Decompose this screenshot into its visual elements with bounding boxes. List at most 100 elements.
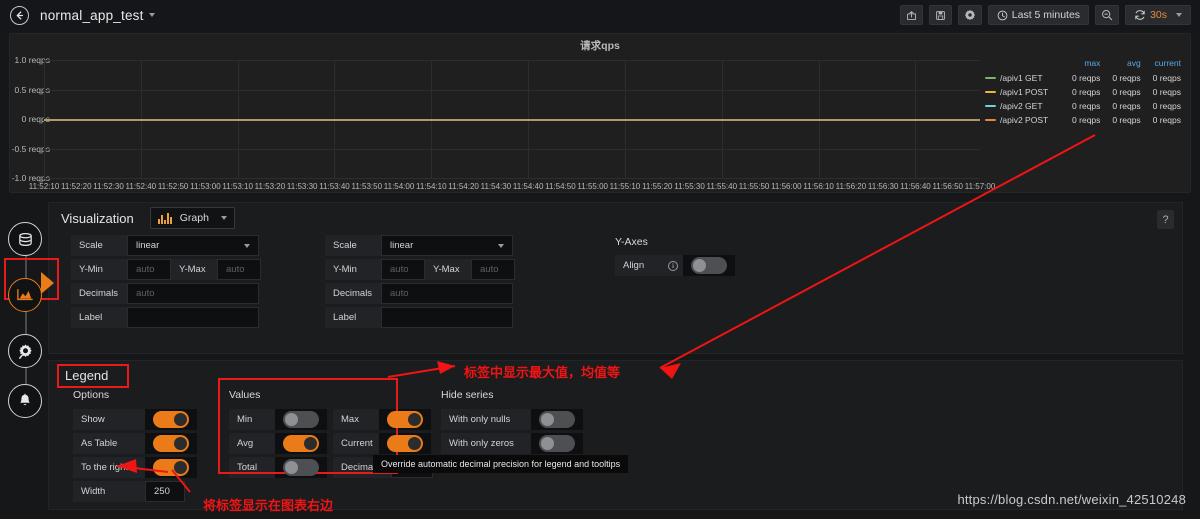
legend-show-toggle[interactable] bbox=[153, 411, 189, 428]
dashboard-title-menu[interactable]: normal_app_test bbox=[29, 8, 155, 23]
graph-legend-table: max avg current /apiv1 GET 0 reqps 0 reqps… bbox=[982, 58, 1184, 127]
x-axis-tick: 11:56:10 bbox=[803, 182, 834, 191]
right-ymax-placeholder: auto bbox=[480, 264, 499, 275]
legend-row[interactable]: /apiv1 GET 0 reqps 0 reqps 0 reqps bbox=[982, 71, 1184, 85]
legend-value-current: 0 reqps bbox=[1152, 73, 1181, 83]
x-axis-tick: 11:53:40 bbox=[319, 182, 350, 191]
legend-max-cell: Max bbox=[333, 409, 431, 430]
search-minus-icon bbox=[1102, 10, 1113, 21]
legend-color-swatch[interactable] bbox=[985, 119, 996, 121]
legend-header-max[interactable]: max bbox=[1063, 58, 1103, 71]
legend-total-cell: Total bbox=[229, 457, 327, 478]
x-axis-tick: 11:56:00 bbox=[771, 182, 802, 191]
x-axis-tick: 11:54:10 bbox=[416, 182, 447, 191]
left-scale-select[interactable]: linear bbox=[127, 235, 259, 256]
refresh-interval-picker[interactable]: 30s bbox=[1125, 5, 1191, 25]
legend-header-avg[interactable]: avg bbox=[1103, 58, 1143, 71]
right-scale-select[interactable]: linear bbox=[381, 235, 513, 256]
legend-series-name[interactable]: /apiv1 POST bbox=[982, 85, 1063, 99]
panel-title: 请求qps bbox=[580, 40, 620, 52]
legend-avgcurrent-row: Avg Current bbox=[229, 433, 431, 454]
time-range-picker[interactable]: Last 5 minutes bbox=[987, 5, 1090, 25]
y-axis-tick: 1.0 reqps bbox=[14, 55, 50, 65]
hide-only-zeros-toggle[interactable] bbox=[539, 435, 575, 452]
legend-series-name[interactable]: /apiv1 GET bbox=[982, 71, 1063, 85]
graph-panel: 请求qps 1.0 reqps 0.5 reqps 0 reqps -0.5 reqp… bbox=[9, 33, 1191, 207]
left-axis-label-input[interactable] bbox=[127, 307, 259, 328]
legend-series-name[interactable]: /apiv2 GET bbox=[982, 99, 1063, 113]
left-scale-value: linear bbox=[136, 240, 160, 251]
legend-width-input[interactable]: 250 bbox=[145, 481, 185, 502]
legend-min-toggle[interactable] bbox=[283, 411, 319, 428]
sidebar-item-alert[interactable] bbox=[8, 384, 42, 418]
axes-options-row: Scale linear Y-Min auto Y-Max auto Decim… bbox=[49, 233, 1182, 331]
right-axis-label-input[interactable] bbox=[381, 307, 513, 328]
legend-astable-toggle[interactable] bbox=[153, 435, 189, 452]
left-ymax-input[interactable]: auto bbox=[217, 259, 261, 280]
hide-only-nulls-toggle[interactable] bbox=[539, 411, 575, 428]
editor-sidebar bbox=[8, 222, 44, 418]
right-ymin-input[interactable]: auto bbox=[381, 259, 425, 280]
sidebar-item-general[interactable] bbox=[8, 334, 42, 368]
x-axis-tick: 11:53:20 bbox=[254, 182, 286, 191]
left-y-axis-options: Scale linear Y-Min auto Y-Max auto Decim… bbox=[71, 235, 325, 331]
legend-value-max: 0 reqps bbox=[1072, 115, 1101, 125]
x-axis-tick: 11:56:20 bbox=[835, 182, 867, 191]
legend-toright-row: To the right bbox=[73, 457, 219, 478]
legend-value-current: 0 reqps bbox=[1152, 87, 1181, 97]
left-ymin-input[interactable]: auto bbox=[127, 259, 171, 280]
grafana-panel-editor: normal_app_test Last 5 minutes 30s 请求qps… bbox=[0, 0, 1200, 519]
hide-only-zeros-toggle-wrap bbox=[531, 433, 583, 454]
legend-series-name[interactable]: /apiv2 POST bbox=[982, 113, 1063, 127]
x-axis-tick: 11:53:30 bbox=[286, 182, 318, 191]
right-ymax-input[interactable]: auto bbox=[471, 259, 515, 280]
legend-value-max: 0 reqps bbox=[1072, 87, 1101, 97]
legend-show-toggle-wrap bbox=[145, 409, 197, 430]
legend-value-current: 0 reqps bbox=[1152, 115, 1181, 125]
info-icon[interactable]: i bbox=[663, 255, 683, 276]
right-decimals-input[interactable]: auto bbox=[381, 283, 513, 304]
bell-icon bbox=[20, 393, 30, 406]
left-axis-label-label: Label bbox=[71, 307, 127, 328]
y-axes-section-title: Y-Axes bbox=[615, 236, 648, 248]
legend-avg-toggle[interactable] bbox=[283, 435, 319, 452]
right-axis-label-label: Label bbox=[325, 307, 381, 328]
plot-area[interactable] bbox=[44, 60, 980, 179]
back-button[interactable] bbox=[10, 5, 29, 25]
sidebar-item-visualization[interactable] bbox=[8, 278, 42, 312]
legend-row[interactable]: /apiv1 POST 0 reqps 0 reqps 0 reqps bbox=[982, 85, 1184, 99]
legend-header-current[interactable]: current bbox=[1144, 58, 1184, 71]
help-button[interactable]: ? bbox=[1157, 210, 1174, 229]
legend-color-swatch[interactable] bbox=[985, 105, 996, 107]
settings-button[interactable] bbox=[957, 5, 982, 25]
share-button[interactable] bbox=[899, 5, 923, 25]
legend-color-swatch[interactable] bbox=[985, 77, 996, 79]
gridline bbox=[44, 89, 980, 91]
left-label-row: Label bbox=[71, 307, 325, 328]
align-toggle[interactable] bbox=[691, 257, 727, 274]
right-decimals-row: Decimals auto bbox=[325, 283, 579, 304]
legend-color-swatch[interactable] bbox=[985, 91, 996, 93]
legend-total-label: Total bbox=[229, 457, 275, 478]
legend-avg-cell: Avg bbox=[229, 433, 327, 454]
zoom-out-button[interactable] bbox=[1095, 5, 1120, 25]
legend-max-toggle[interactable] bbox=[387, 411, 423, 428]
x-axis-tick: 11:52:30 bbox=[93, 182, 124, 191]
right-ymin-placeholder: auto bbox=[390, 264, 409, 275]
y-axes-options: Y-Axes Align i bbox=[615, 235, 735, 331]
right-decimals-label: Decimals bbox=[325, 283, 381, 304]
legend-current-toggle[interactable] bbox=[387, 435, 423, 452]
legend-toright-toggle[interactable] bbox=[153, 459, 189, 476]
sidebar-active-pointer-icon bbox=[41, 272, 54, 294]
save-dashboard-button[interactable] bbox=[928, 5, 952, 25]
legend-body: /apiv1 GET 0 reqps 0 reqps 0 reqps/apiv1 PO… bbox=[982, 71, 1184, 127]
left-decimals-input[interactable]: auto bbox=[127, 283, 259, 304]
legend-astable-label: As Table bbox=[73, 433, 145, 454]
legend-row[interactable]: /apiv2 POST 0 reqps 0 reqps 0 reqps bbox=[982, 113, 1184, 127]
legend-min-label: Min bbox=[229, 409, 275, 430]
series-line-flat-zero bbox=[44, 119, 980, 121]
sidebar-item-queries[interactable] bbox=[8, 222, 42, 256]
panel-type-select[interactable]: Graph bbox=[149, 207, 235, 229]
legend-row[interactable]: /apiv2 GET 0 reqps 0 reqps 0 reqps bbox=[982, 99, 1184, 113]
legend-total-toggle[interactable] bbox=[283, 459, 319, 476]
